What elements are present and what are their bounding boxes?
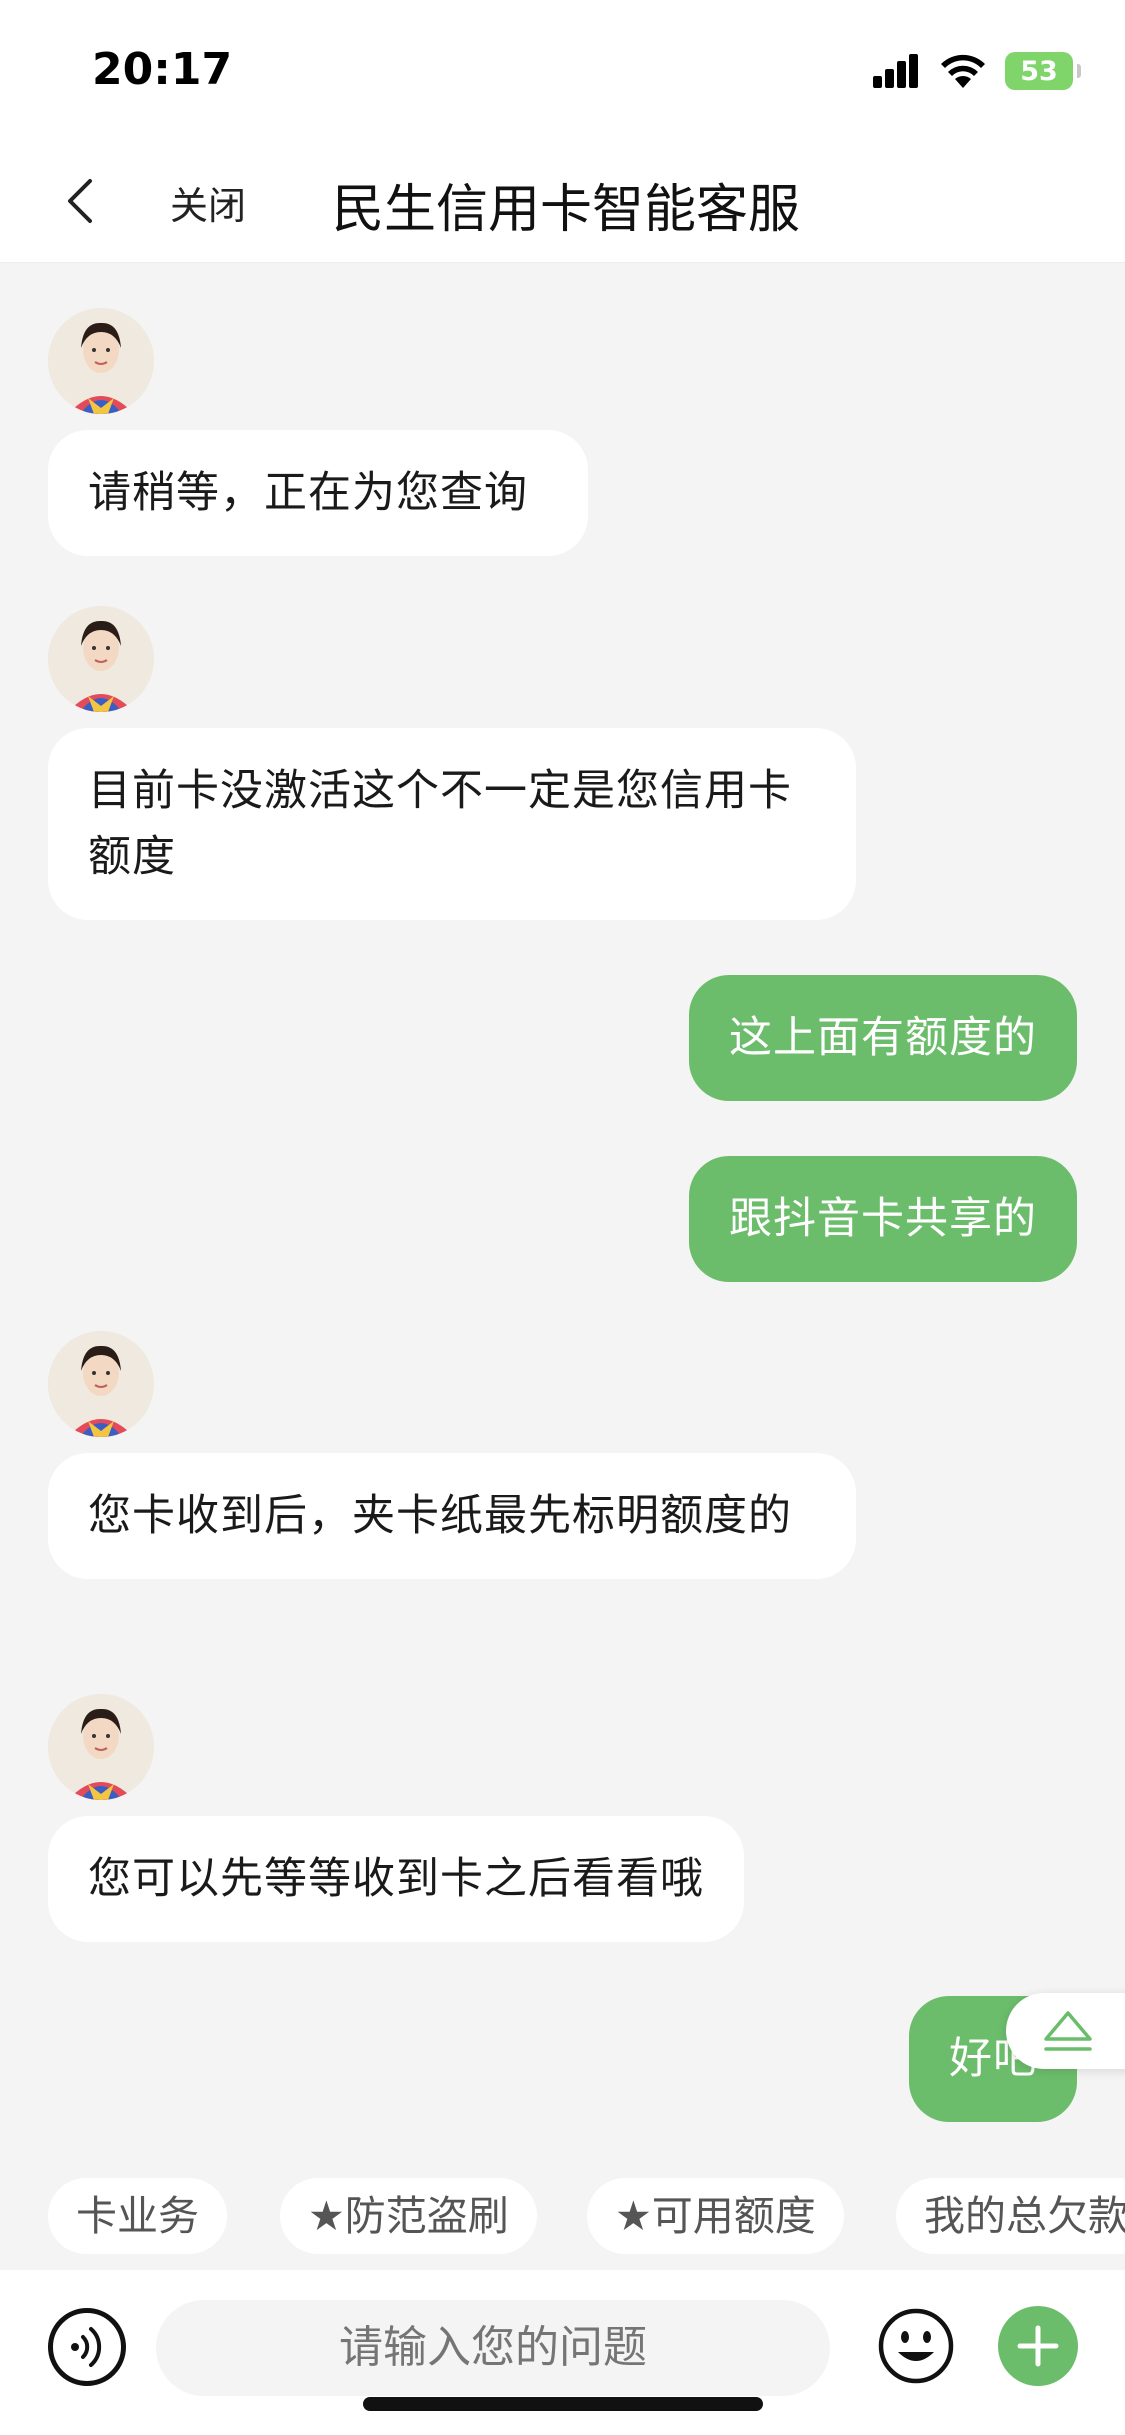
- nav-bar: 关闭 民生信用卡智能客服: [0, 145, 1125, 263]
- chat-area[interactable]: 请稍等，正在为您查询 目前卡没激活这个不一定是您信用卡额度 这上面有额度的 跟抖…: [0, 263, 1125, 2183]
- scroll-up-icon: [1044, 2011, 1092, 2051]
- home-indicator: [363, 2397, 763, 2411]
- scroll-to-top-button[interactable]: [1006, 1993, 1125, 2069]
- quick-reply-chip[interactable]: 我的总欠款: [896, 2178, 1125, 2254]
- plus-icon: [1017, 2325, 1059, 2367]
- voice-icon: [71, 2327, 102, 2367]
- agent-avatar: [48, 1694, 154, 1800]
- agent-avatar: [48, 1331, 154, 1437]
- page-title: 民生信用卡智能客服: [332, 180, 801, 240]
- status-time: 20:17: [92, 44, 233, 95]
- status-bar: 20:17 53: [0, 0, 1125, 145]
- battery-icon: 53: [1005, 52, 1081, 90]
- user-message: 跟抖音卡共享的: [689, 1156, 1077, 1282]
- close-button[interactable]: 关闭: [170, 175, 246, 230]
- quick-reply-chip[interactable]: ★可用额度: [587, 2178, 844, 2254]
- quick-reply-chip[interactable]: ★防范盗刷: [280, 2178, 537, 2254]
- agent-message: 目前卡没激活这个不一定是您信用卡额度: [48, 728, 856, 920]
- quick-reply-chip[interactable]: 卡业务: [48, 2178, 227, 2254]
- voice-button[interactable]: [48, 2308, 126, 2386]
- agent-message: 您可以先等等收到卡之后看看哦: [48, 1816, 744, 1942]
- agent-avatar: [48, 308, 154, 414]
- message-input[interactable]: [156, 2300, 830, 2396]
- emoji-icon[interactable]: [876, 2306, 956, 2386]
- more-button[interactable]: [998, 2306, 1078, 2386]
- signal-icon: [873, 54, 918, 88]
- quick-replies: 卡业务 ★防范盗刷 ★可用额度 我的总欠款: [0, 2178, 1125, 2254]
- wifi-icon: [941, 54, 985, 88]
- battery-level: 53: [1020, 55, 1058, 87]
- back-button[interactable]: [52, 171, 112, 231]
- agent-message: 请稍等，正在为您查询: [48, 430, 588, 556]
- status-icons: 53: [871, 50, 1081, 92]
- agent-avatar: [48, 606, 154, 712]
- agent-message: 您卡收到后，夹卡纸最先标明额度的: [48, 1453, 856, 1579]
- user-message: 这上面有额度的: [689, 975, 1077, 1101]
